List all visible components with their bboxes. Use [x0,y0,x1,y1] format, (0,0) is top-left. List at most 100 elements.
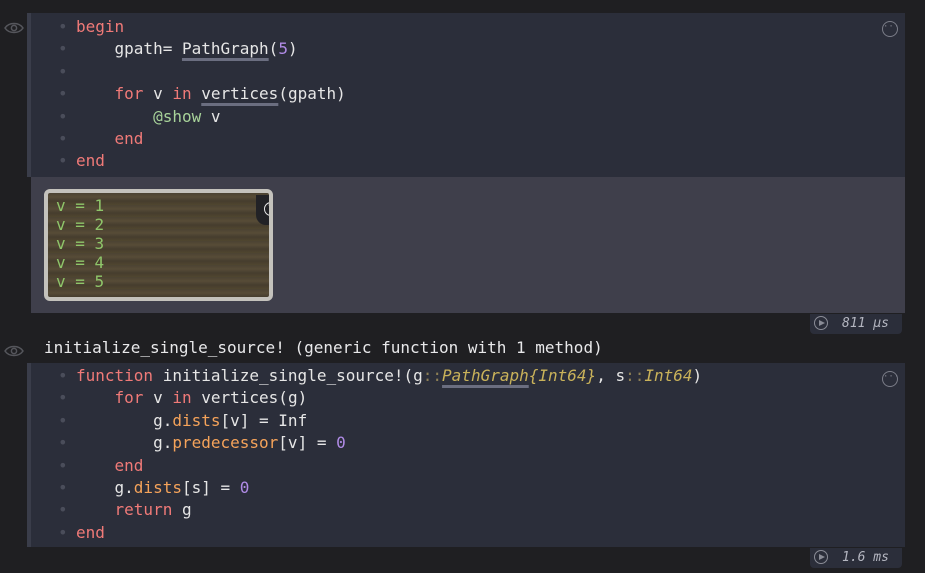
code-line[interactable]: • @show v [31,106,905,128]
line-marker: • [58,84,68,104]
code-token: vertices(g) [191,388,308,408]
code-token: ( [268,39,279,59]
log-line: v = 2 [56,215,105,234]
code-token: vertices [201,84,279,104]
code-token: predecessor [172,433,279,453]
code-line[interactable]: • end [31,150,905,172]
code-token: dists [172,410,221,430]
log-line: v = 3 [56,234,105,253]
code-token: , s [596,366,626,385]
code-line[interactable]: • gpath= PathGraph(5) [31,38,905,60]
eye-icon[interactable] [4,21,24,35]
code-token: in [172,84,192,104]
runtime-indicator-2[interactable]: 1.6 ms [810,548,902,568]
code-line[interactable]: • begin [31,16,905,38]
code-token: (gpath) [278,84,346,104]
code-token: ) [287,39,298,59]
help-button[interactable]: ? [256,195,269,225]
code-token: g [172,500,192,520]
code-token: end [114,455,144,475]
code-line[interactable]: • g.dists[s] = 0 [31,477,905,499]
cell-2-output: initialize_single_source! (generic funct… [44,338,603,357]
line-marker: • [58,410,68,430]
code-line[interactable]: • end [31,128,905,150]
code-token: end [114,128,144,148]
code-token: v [143,84,173,104]
code-token: @show [153,106,202,126]
code-editor-2[interactable]: • function initialize_single_source!(g::P… [31,363,905,544]
code-token: {Int64} [528,366,597,385]
more-options-icon[interactable]: ··· [882,371,899,387]
code-token: 0 [336,433,346,453]
log-line: v = 5 [56,272,105,291]
line-marker: • [58,433,68,453]
line-marker: • [58,477,68,497]
code-token: ) [692,366,703,385]
code-token: function [76,366,154,385]
line-marker: • [58,455,68,475]
line-marker: • [58,151,68,171]
code-line[interactable]: • [31,61,905,83]
code-token: Int64 [644,366,693,385]
code-line[interactable]: • function initialize_single_source!(g::P… [31,365,905,387]
code-token: [s] = [181,477,240,497]
code-token: PathGraph [442,366,529,385]
eye-icon[interactable] [4,344,24,358]
code-token: end [76,151,105,171]
line-marker: • [58,500,68,520]
line-marker: • [58,61,68,81]
runtime-value: 1.6 ms [842,550,889,565]
cell-1-output: v = 1v = 2v = 3v = 4v = 5 ? [31,177,905,313]
log-output-box: v = 1v = 2v = 3v = 4v = 5 ? [44,189,273,301]
line-marker: • [58,106,68,126]
code-line[interactable]: • g.predecessor[v] = 0 [31,432,905,454]
notebook-page: • begin • gpath= PathGraph(5) • • for v in v… [0,0,925,573]
more-options-icon[interactable]: ··· [882,21,899,37]
help-icon: ? [264,202,269,216]
code-token: v [201,106,221,126]
code-token: (g [403,366,423,385]
line-marker: • [58,39,68,59]
code-token: in [172,388,192,408]
log-line: v = 1 [56,196,105,215]
code-token: g. [76,477,134,497]
code-token: gpath= [76,39,182,59]
line-marker: • [58,522,68,542]
code-editor-1[interactable]: • begin • gpath= PathGraph(5) • • for v in v… [31,13,905,173]
code-cell-2[interactable]: • function initialize_single_source!(g::P… [27,363,905,547]
code-line[interactable]: • for v in vertices(g) [31,387,905,409]
run-cell-icon[interactable] [814,550,828,564]
code-line[interactable]: • end [31,522,905,544]
code-line[interactable]: • end [31,455,905,477]
code-token: v [143,388,173,408]
code-token: [v] = Inf [220,410,308,430]
code-token: 0 [239,477,250,497]
code-token: end [76,522,105,542]
code-line[interactable]: • return g [31,499,905,521]
code-token: for [114,388,144,408]
code-token: begin [76,17,125,36]
code-line[interactable]: • g.dists[v] = Inf [31,410,905,432]
code-token: for [114,84,144,104]
code-token: g. [76,410,173,430]
line-marker: • [58,366,68,385]
log-line: v = 4 [56,253,105,272]
code-token: PathGraph [181,39,269,59]
code-cell-1[interactable]: • begin • gpath= PathGraph(5) • • for v in v… [27,13,905,177]
code-token: [v] = [278,433,337,453]
runtime-value: 811 μs [842,316,889,331]
code-token: :: [422,366,443,385]
code-token: initialize_single_source! [153,366,404,385]
runtime-indicator-1[interactable]: 811 μs [810,314,902,334]
code-token: return [114,500,173,520]
code-token: g. [76,433,173,453]
code-line[interactable]: • for v in vertices(gpath) [31,83,905,105]
run-cell-icon[interactable] [814,316,828,330]
